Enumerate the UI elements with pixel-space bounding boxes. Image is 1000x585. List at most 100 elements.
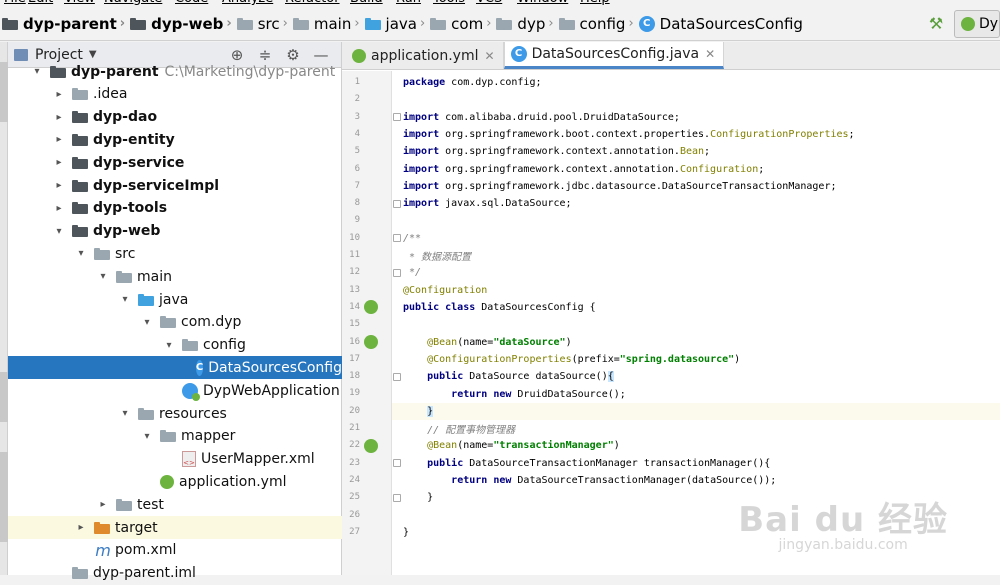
close-icon[interactable]: ✕ — [705, 47, 715, 61]
collapsed-arrow-icon[interactable]: ▸ — [74, 522, 88, 533]
web-tool-tab[interactable] — [0, 372, 8, 422]
run-configuration-select[interactable]: Dyp — [954, 10, 1000, 38]
tree-row[interactable]: ▾ dyp-parent C:\Marketing\dyp-parent — [8, 60, 342, 83]
code-text: /** — [403, 232, 422, 244]
expanded-arrow-icon[interactable]: ▾ — [140, 317, 154, 328]
module-folder-icon — [50, 65, 66, 78]
collapsed-arrow-icon[interactable]: ▸ — [52, 89, 66, 100]
tree-row[interactable]: ▸ dyp-dao — [8, 106, 342, 129]
module-folder-icon — [72, 202, 88, 215]
tree-row[interactable]: ▾ main — [8, 265, 342, 288]
code-text: @Bean(name="transactionManager") — [427, 440, 620, 452]
maven-icon: m — [95, 540, 111, 560]
collapsed-arrow-icon[interactable]: ▸ — [52, 180, 66, 191]
tree-row[interactable]: m pom.xml — [8, 539, 342, 562]
editor-tab[interactable]: C DataSourcesConfig.java ✕ — [503, 42, 725, 69]
code-line: /** — [392, 230, 1000, 247]
expanded-arrow-icon[interactable]: ▾ — [162, 340, 176, 351]
editor-tab[interactable]: application.yml ✕ — [346, 42, 504, 69]
tree-item-label: mapper — [181, 428, 236, 445]
expanded-arrow-icon[interactable]: ▾ — [140, 431, 154, 442]
breadcrumb-item[interactable]: com › — [430, 7, 496, 41]
folder-icon — [72, 88, 88, 101]
folder-icon — [236, 17, 253, 30]
project-tool-tab[interactable] — [0, 62, 8, 122]
menu-item-code[interactable]: Code — [175, 0, 208, 6]
breadcrumb-label: dyp — [517, 14, 546, 33]
folder-icon — [160, 316, 176, 329]
line-number: 23 — [349, 457, 360, 468]
tree-item-path: C:\Marketing\dyp-parent — [164, 63, 336, 80]
tree-item-label: dyp-service — [93, 154, 185, 171]
tree-row[interactable]: ▸ dyp-entity — [8, 128, 342, 151]
project-panel: Project ▼ ⊕ ≑ ⚙ — ▾ dyp-parent C:\Marketin… — [8, 42, 342, 581]
menu-item-file[interactable]: File — [4, 0, 26, 6]
spring-boot-icon — [961, 17, 975, 31]
expanded-arrow-icon[interactable]: ▾ — [118, 408, 132, 419]
tree-row[interactable]: ▸ dyp-tools — [8, 197, 342, 220]
expanded-arrow-icon[interactable]: ▾ — [52, 226, 66, 237]
expanded-arrow-icon[interactable]: ▾ — [96, 271, 110, 282]
menu-item-window[interactable]: Window — [517, 0, 568, 6]
tree-row[interactable]: ▸ dyp-serviceImpl — [8, 174, 342, 197]
chevron-down-icon[interactable]: ▼ — [89, 49, 97, 60]
tree-row[interactable]: ▾ mapper — [8, 425, 342, 448]
spring-bean-gutter-icon[interactable] — [364, 300, 378, 315]
code-line: import javax.sql.DataSource; — [392, 195, 1000, 212]
menu-item-refactor[interactable]: Refactor — [285, 0, 340, 6]
menu-item-tools[interactable]: Tools — [433, 0, 465, 6]
toolbar-right: ⚒ Dyp — [926, 7, 1000, 41]
breadcrumb-label: java — [385, 14, 417, 33]
expanded-arrow-icon[interactable]: ▾ — [118, 294, 132, 305]
tree-row[interactable]: application.yml — [8, 470, 342, 493]
expanded-arrow-icon[interactable]: ▾ — [74, 248, 88, 259]
build-hammer-icon[interactable]: ⚒ — [926, 14, 946, 34]
breadcrumb-item[interactable]: java › — [364, 7, 431, 41]
menu-item-analyze[interactable]: Analyze — [222, 0, 273, 6]
tree-row[interactable]: ▸ target — [8, 516, 342, 539]
tree-row[interactable]: ▸ dyp-service — [8, 151, 342, 174]
menu-item-run[interactable]: Run — [396, 0, 421, 6]
breadcrumb-item[interactable]: dyp › — [496, 7, 558, 41]
tree-row[interactable]: ▾ resources — [8, 402, 342, 425]
tree-item-label: .idea — [93, 86, 128, 103]
tree-row[interactable]: <> UserMapper.xml — [8, 448, 342, 471]
collapsed-arrow-icon[interactable]: ▸ — [52, 203, 66, 214]
menu-item-help[interactable]: Help — [580, 0, 610, 6]
favorites-tool-tab[interactable] — [0, 452, 8, 542]
close-icon[interactable]: ✕ — [485, 49, 495, 63]
tree-item-label: dyp-tools — [93, 200, 168, 217]
breadcrumb-item[interactable]: C DataSourcesConfig — [638, 7, 803, 41]
spring-bean-gutter-icon[interactable] — [364, 438, 378, 453]
breadcrumb-item[interactable]: dyp-parent › — [2, 7, 130, 41]
tree-row[interactable]: C DataSourcesConfig — [8, 356, 342, 380]
tree-row[interactable]: ▾ java — [8, 288, 342, 311]
tree-row[interactable]: ▸ .idea — [8, 83, 342, 106]
breadcrumb-item[interactable]: main › — [292, 7, 365, 41]
menu-item-edit[interactable]: Edit — [28, 0, 53, 6]
line-number: 2 — [354, 94, 360, 105]
collapsed-arrow-icon[interactable]: ▸ — [96, 499, 110, 510]
menu-item-view[interactable]: View — [64, 0, 95, 6]
expanded-arrow-icon[interactable]: ▾ — [30, 66, 44, 77]
collapsed-arrow-icon[interactable]: ▸ — [52, 157, 66, 168]
menu-item-navigate[interactable]: Navigate — [104, 0, 162, 6]
breadcrumb-item[interactable]: dyp-web › — [130, 7, 237, 41]
collapsed-arrow-icon[interactable]: ▸ — [52, 134, 66, 145]
breadcrumb-item[interactable]: config › — [558, 7, 639, 41]
tree-row[interactable]: ▾ config — [8, 334, 342, 357]
tree-row[interactable]: ▾ src — [8, 242, 342, 265]
breadcrumb-item[interactable]: src › — [236, 7, 293, 41]
tree-row[interactable]: dyp-parent.iml — [8, 562, 342, 585]
collapsed-arrow-icon[interactable]: ▸ — [52, 112, 66, 123]
tree-row[interactable]: ▸ test — [8, 493, 342, 516]
tree-row[interactable]: ▾ dyp-web — [8, 220, 342, 243]
tree-row[interactable]: ▾ com.dyp — [8, 311, 342, 334]
menu-item-vcs[interactable]: VCS — [476, 0, 502, 6]
spring-bean-gutter-icon[interactable] — [364, 335, 378, 349]
code-line: } — [392, 402, 1000, 420]
code-text: public DataSourceTransactionManager tran… — [427, 457, 771, 469]
code-text: return new DataSourceTransactionManager(… — [451, 475, 777, 487]
tree-row[interactable]: DypWebApplication — [8, 379, 342, 402]
menu-item-build[interactable]: Build — [350, 0, 383, 6]
